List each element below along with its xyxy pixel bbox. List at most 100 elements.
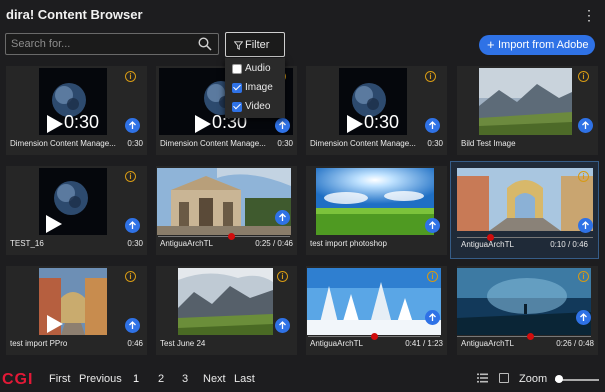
- asset-duration: 0:26 / 0:48: [556, 339, 594, 348]
- asset-card[interactable]: AntiguaArchTL 0:25 / 0:46: [156, 166, 297, 255]
- playback-track[interactable]: [457, 336, 591, 337]
- asset-duration: 0:10 / 0:46: [550, 240, 588, 249]
- info-icon[interactable]: i: [578, 71, 589, 82]
- filter-option-label: Image: [245, 82, 273, 93]
- upload-icon[interactable]: [275, 210, 290, 225]
- footer-bar: CGI First Previous 1 2 3 Next Last Zoom: [0, 365, 605, 392]
- app-title: dira! Content Browser: [6, 7, 143, 22]
- zoom-label: Zoom: [519, 373, 548, 385]
- info-icon[interactable]: i: [125, 171, 136, 182]
- page-1-link[interactable]: 1: [133, 373, 139, 385]
- upload-icon[interactable]: [578, 118, 593, 133]
- info-icon[interactable]: i: [125, 71, 136, 82]
- more-vertical-icon[interactable]: ⋮: [582, 6, 596, 24]
- play-icon[interactable]: [44, 313, 66, 335]
- filter-option-label: Video: [245, 101, 271, 112]
- play-icon[interactable]: [44, 113, 66, 135]
- import-from-adobe-button[interactable]: + Import from Adobe: [479, 35, 595, 55]
- search-input[interactable]: [11, 36, 191, 52]
- playback-track[interactable]: [457, 237, 593, 238]
- upload-icon[interactable]: [125, 118, 140, 133]
- asset-name: AntiguaArchTL: [461, 339, 514, 348]
- info-icon[interactable]: i: [578, 271, 589, 282]
- previous-page-link[interactable]: Previous: [79, 373, 122, 385]
- asset-card[interactable]: 0:30 i Dimension Content Manage... 0:30: [306, 66, 447, 155]
- search-box: [5, 33, 219, 55]
- page-2-link[interactable]: 2: [158, 373, 164, 385]
- asset-name: TEST_16: [10, 239, 44, 248]
- asset-name: Test June 24: [160, 339, 206, 348]
- filter-button[interactable]: Filter: [225, 32, 285, 57]
- play-icon[interactable]: [192, 113, 214, 135]
- zoom-slider-handle[interactable]: [555, 375, 563, 383]
- grid-view-icon[interactable]: [499, 373, 509, 383]
- upload-icon[interactable]: [578, 218, 593, 233]
- filter-icon: [234, 41, 243, 50]
- asset-card[interactable]: i Bild Test Image: [457, 66, 598, 155]
- filter-option-label: Audio: [245, 63, 271, 74]
- upload-icon[interactable]: [125, 218, 140, 233]
- asset-card[interactable]: 0:30 i Dimension Content Manage... 0:30: [6, 66, 147, 155]
- thumbnail: [307, 268, 441, 335]
- asset-duration: 0:30: [127, 239, 143, 248]
- video-checkbox[interactable]: [232, 102, 242, 112]
- play-icon[interactable]: [344, 113, 366, 135]
- upload-icon[interactable]: [576, 310, 591, 325]
- thumbnail: [157, 168, 291, 235]
- asset-card[interactable]: i TEST_16 0:30: [6, 166, 147, 255]
- cgi-logo: CGI: [2, 371, 34, 388]
- asset-duration: 0:30: [277, 139, 293, 148]
- thumbnail: [457, 268, 591, 335]
- asset-duration: 0:25 / 0:46: [255, 239, 293, 248]
- upload-icon[interactable]: [425, 218, 440, 233]
- upload-icon[interactable]: [425, 310, 440, 325]
- asset-name: Dimension Content Manage...: [10, 139, 116, 148]
- audio-checkbox[interactable]: [232, 64, 242, 74]
- asset-name: Bild Test Image: [461, 139, 516, 148]
- plus-icon: +: [487, 37, 495, 52]
- filter-dropdown: Audio Image Video: [225, 58, 285, 118]
- asset-duration: 0:30: [127, 139, 143, 148]
- info-icon[interactable]: i: [277, 271, 288, 282]
- thumbnail: [479, 68, 572, 135]
- info-icon[interactable]: i: [427, 271, 438, 282]
- asset-name: AntiguaArchTL: [310, 339, 363, 348]
- asset-card-selected[interactable]: i AntiguaArchTL 0:10 / 0:46: [450, 161, 599, 259]
- upload-icon[interactable]: [275, 318, 290, 333]
- info-icon[interactable]: i: [425, 71, 436, 82]
- info-icon[interactable]: i: [125, 271, 136, 282]
- asset-card[interactable]: i AntiguaArchTL 0:26 / 0:48: [457, 266, 598, 355]
- last-page-link[interactable]: Last: [234, 373, 255, 385]
- title-bar: dira! Content Browser ⋮: [0, 0, 605, 30]
- play-icon[interactable]: [43, 213, 65, 235]
- asset-name: Dimension Content Manage...: [310, 139, 416, 148]
- asset-name: test import PPro: [10, 339, 68, 348]
- asset-card[interactable]: i Test June 24: [156, 266, 297, 355]
- asset-card[interactable]: i test import PPro 0:46: [6, 266, 147, 355]
- asset-name: AntiguaArchTL: [160, 239, 213, 248]
- next-page-link[interactable]: Next: [203, 373, 226, 385]
- list-view-icon[interactable]: [477, 373, 488, 383]
- thumbnail: [457, 168, 593, 231]
- overlay-duration: 0:30: [364, 112, 400, 132]
- filter-label: Filter: [245, 39, 270, 51]
- upload-icon[interactable]: [275, 118, 290, 133]
- asset-card[interactable]: i AntiguaArchTL 0:41 / 1:23: [306, 266, 447, 355]
- image-checkbox[interactable]: [232, 83, 242, 93]
- asset-duration: 0:30: [427, 139, 443, 148]
- upload-icon[interactable]: [125, 318, 140, 333]
- asset-card[interactable]: test import photoshop: [306, 166, 447, 255]
- overlay-duration: 0:30: [64, 112, 100, 132]
- upload-icon[interactable]: [425, 118, 440, 133]
- playback-track[interactable]: [158, 236, 290, 237]
- asset-name: Dimension Content Manage...: [160, 139, 266, 148]
- thumbnail: [178, 268, 273, 335]
- import-label: Import from Adobe: [498, 39, 589, 51]
- page-3-link[interactable]: 3: [182, 373, 188, 385]
- asset-name: test import photoshop: [310, 239, 387, 248]
- thumbnail: [316, 168, 434, 235]
- info-icon[interactable]: i: [578, 171, 589, 182]
- first-page-link[interactable]: First: [49, 373, 70, 385]
- search-icon[interactable]: [198, 37, 212, 51]
- asset-duration: 0:46: [127, 339, 143, 348]
